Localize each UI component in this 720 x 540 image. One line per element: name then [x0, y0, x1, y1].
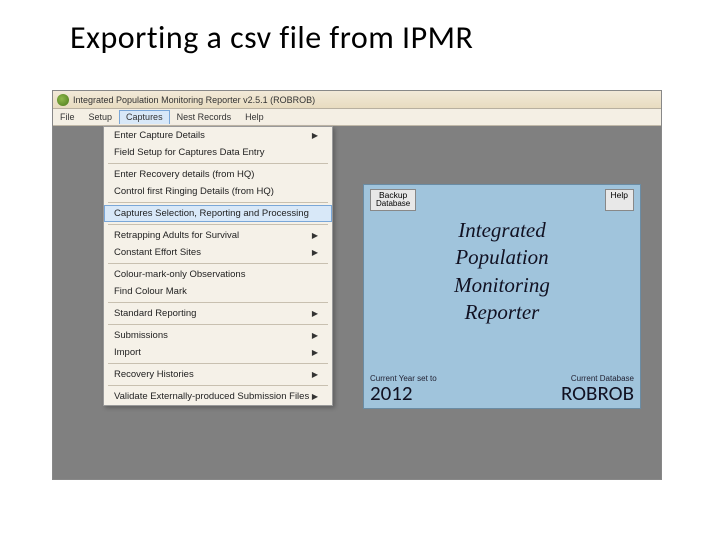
dropdown-item[interactable]: Find Colour Mark — [104, 283, 332, 300]
dropdown-item[interactable]: Standard Reporting ▶ — [104, 305, 332, 322]
dropdown-item-label: Field Setup for Captures Data Entry — [114, 147, 265, 158]
slide-title: Exporting a csv file from IPMR — [0, 0, 720, 57]
dropdown-item[interactable]: Import ▶ — [104, 344, 332, 361]
dropdown-item[interactable]: Submissions ▶ — [104, 327, 332, 344]
submenu-arrow-icon: ▶ — [312, 131, 318, 140]
app-window: Integrated Population Monitoring Reporte… — [52, 90, 662, 480]
menu-setup[interactable]: Setup — [82, 110, 120, 124]
dropdown-item[interactable]: Recovery Histories ▶ — [104, 366, 332, 383]
submenu-arrow-icon: ▶ — [312, 309, 318, 318]
dropdown-separator — [108, 302, 328, 303]
dropdown-separator — [108, 363, 328, 364]
menubar: File Setup Captures Nest Records Help — [53, 109, 661, 126]
backup-database-button[interactable]: Backup Database — [370, 189, 416, 211]
dropdown-item[interactable]: Captures Selection, Reporting and Proces… — [104, 205, 332, 222]
captures-dropdown: Enter Capture Details ▶ Field Setup for Ca… — [103, 126, 333, 406]
submenu-arrow-icon: ▶ — [312, 392, 318, 401]
dropdown-item-label: Control first Ringing Details (from HQ) — [114, 186, 274, 197]
submenu-arrow-icon: ▶ — [312, 331, 318, 340]
dropdown-item-label: Validate Externally-produced Submission … — [114, 391, 309, 402]
menu-file[interactable]: File — [53, 110, 82, 124]
dropdown-item-label: Retrapping Adults for Survival — [114, 230, 239, 241]
backup-button-line2: Database — [376, 200, 410, 209]
menu-help[interactable]: Help — [238, 110, 271, 124]
window-titlebar: Integrated Population Monitoring Reporte… — [53, 91, 661, 109]
dropdown-item-label: Captures Selection, Reporting and Proces… — [114, 208, 309, 219]
dropdown-item[interactable]: Control first Ringing Details (from HQ) — [104, 183, 332, 200]
menu-captures[interactable]: Captures — [119, 110, 170, 124]
dropdown-item-label: Find Colour Mark — [114, 286, 187, 297]
current-database-value: ROBROB — [561, 383, 634, 404]
dropdown-item-label: Standard Reporting — [114, 308, 196, 319]
dropdown-separator — [108, 163, 328, 164]
dropdown-item-label: Import — [114, 347, 141, 358]
dropdown-item-label: Enter Recovery details (from HQ) — [114, 169, 254, 180]
dropdown-item-label: Enter Capture Details — [114, 130, 205, 141]
home-panel: Backup Database Help Integrated Populati… — [363, 184, 641, 409]
dropdown-item[interactable]: Validate Externally-produced Submission … — [104, 388, 332, 405]
dropdown-separator — [108, 324, 328, 325]
home-title-l4: Reporter — [372, 299, 632, 326]
dropdown-item[interactable]: Colour-mark-only Observations — [104, 266, 332, 283]
current-year-value: 2012 — [370, 383, 437, 404]
dropdown-separator — [108, 385, 328, 386]
dropdown-item[interactable]: Enter Recovery details (from HQ) — [104, 166, 332, 183]
dropdown-item[interactable]: Retrapping Adults for Survival ▶ — [104, 227, 332, 244]
submenu-arrow-icon: ▶ — [312, 248, 318, 257]
dropdown-item-label: Constant Effort Sites — [114, 247, 201, 258]
submenu-arrow-icon: ▶ — [312, 231, 318, 240]
dropdown-item[interactable]: Field Setup for Captures Data Entry — [104, 144, 332, 161]
submenu-arrow-icon: ▶ — [312, 348, 318, 357]
submenu-arrow-icon: ▶ — [312, 370, 318, 379]
dropdown-separator — [108, 263, 328, 264]
dropdown-item[interactable]: Constant Effort Sites ▶ — [104, 244, 332, 261]
home-title: Integrated Population Monitoring Reporte… — [364, 213, 640, 332]
dropdown-item-label: Submissions — [114, 330, 168, 341]
client-area: Backup Database Help Integrated Populati… — [53, 126, 661, 479]
dropdown-separator — [108, 224, 328, 225]
dropdown-item-label: Colour-mark-only Observations — [114, 269, 245, 280]
home-title-l2: Population — [372, 244, 632, 271]
home-title-l1: Integrated — [372, 217, 632, 244]
help-button[interactable]: Help — [605, 189, 634, 211]
menu-nest-records[interactable]: Nest Records — [170, 110, 239, 124]
window-title-text: Integrated Population Monitoring Reporte… — [73, 95, 315, 105]
home-title-l3: Monitoring — [372, 272, 632, 299]
dropdown-item[interactable]: Enter Capture Details ▶ — [104, 127, 332, 144]
app-logo-icon — [57, 94, 69, 106]
dropdown-item-label: Recovery Histories — [114, 369, 194, 380]
dropdown-separator — [108, 202, 328, 203]
